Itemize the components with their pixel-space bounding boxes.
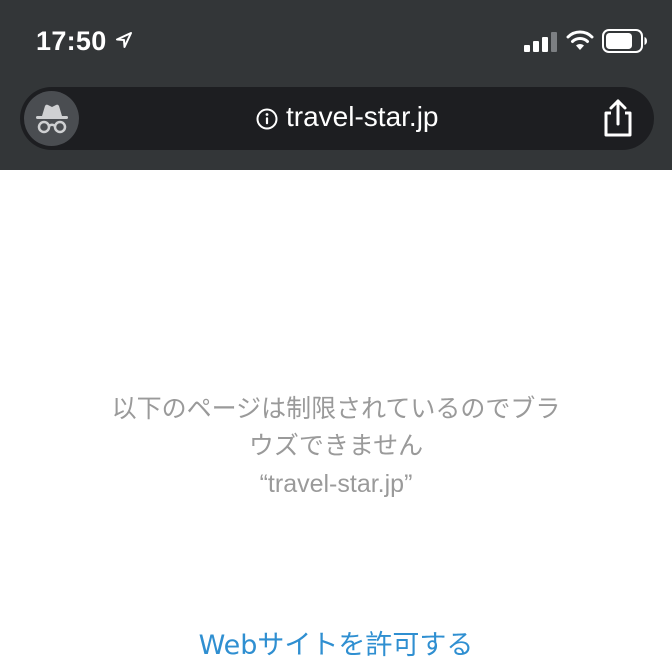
wifi-icon	[566, 30, 594, 50]
url-bar[interactable]: travel-star.jp	[20, 87, 654, 150]
blocked-domain: “travel-star.jp”	[259, 470, 413, 498]
browser-toolbar: travel-star.jp	[0, 84, 672, 170]
allow-website-link[interactable]: Webサイトを許可する	[0, 626, 672, 666]
url-text[interactable]: travel-star.jp	[286, 101, 439, 133]
incognito-icon	[36, 104, 68, 134]
share-icon	[604, 99, 632, 137]
location-arrow-icon	[116, 32, 132, 48]
cellular-signal-icon	[524, 32, 557, 52]
screen: 17:50 travel-star.jp 以下のページは制限されているのでブラ …	[0, 0, 672, 672]
message-line-1: 以下のページは制限されているのでブラ	[111, 394, 561, 423]
incognito-button[interactable]	[24, 91, 79, 146]
status-time: 17:50	[36, 26, 107, 56]
status-bar: 17:50	[0, 0, 672, 84]
info-icon[interactable]	[256, 108, 278, 130]
battery-icon	[602, 29, 647, 53]
message-line-2: ウズできません	[248, 431, 424, 460]
share-button[interactable]	[598, 97, 638, 139]
restriction-message: 以下のページは制限されているのでブラ ウズできません “travel-star.…	[0, 390, 672, 504]
